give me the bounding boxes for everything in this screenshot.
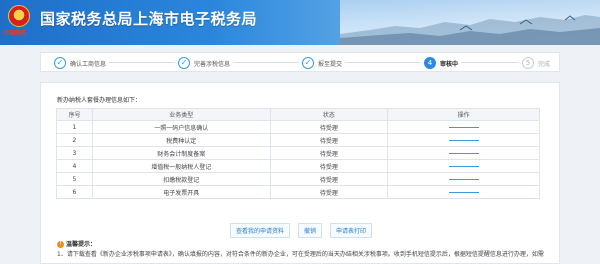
row-index: 3 [56, 146, 93, 160]
operation-link[interactable] [448, 139, 479, 141]
tax-emblem-icon [8, 5, 30, 27]
col-header: 业务类型 [91, 108, 271, 121]
step-5: 5 完成 [519, 56, 554, 70]
tips-title: 温馨提示： [66, 241, 97, 248]
tips-line-1: 1、请下载查看《新办企业涉税事项申请表》，确认填报的内容，对符合条件的新办企业，… [57, 251, 544, 258]
business-type: 税费种认定 [91, 133, 271, 147]
row-index: 1 [56, 120, 93, 134]
intro-text: 新办纳税人套餐办理信息如下： [57, 97, 142, 104]
info-icon: ! [57, 241, 64, 248]
table-row: 5 扣缴税款登记 待受理 [56, 172, 540, 186]
row-index: 5 [56, 172, 93, 186]
site-title: 国家税务总局上海市电子税务局 [40, 10, 258, 28]
business-type: 扣缴税款登记 [91, 172, 271, 186]
step-number: 4 [424, 57, 436, 69]
table-row: 6 电子发票开具 待受理 [56, 185, 540, 199]
operation-cell [387, 159, 540, 173]
status: 待受理 [269, 146, 389, 160]
step-1: 确认工商信息 [51, 56, 110, 70]
operation-link[interactable] [448, 178, 479, 180]
status: 待受理 [269, 133, 389, 147]
step-label: 确认工商信息 [70, 60, 107, 68]
check-icon [54, 57, 66, 69]
business-type: 财务会计制度备案 [91, 146, 271, 160]
table-row: 1 一照一码户信息确认 待受理 [56, 120, 540, 134]
step-label: 报至提交 [318, 60, 343, 68]
col-header: 序号 [56, 108, 93, 121]
view-application-button[interactable]: 查看我的申请资料 [229, 223, 290, 238]
step-label: 完成 [538, 60, 551, 68]
main-panel: 新办纳税人套餐办理信息如下： 序号 业务类型 状态 操作 1 一照一码户信息确认… [40, 82, 560, 264]
row-index: 4 [56, 159, 93, 173]
operation-link[interactable] [448, 126, 479, 128]
business-type: 一照一码户信息确认 [91, 120, 271, 134]
table-header-row: 序号 业务类型 状态 操作 [56, 108, 540, 121]
table-row: 4 增值税一般纳税人登记 待受理 [56, 159, 540, 173]
withdraw-button[interactable]: 撤销 [297, 223, 322, 238]
col-header: 操作 [387, 108, 540, 121]
operation-cell [387, 172, 540, 186]
status: 待受理 [269, 172, 389, 186]
step-2: 完善涉税信息 [175, 56, 234, 70]
site-header: 中国税务 国家税务总局上海市电子税务局 [0, 0, 600, 45]
status: 待受理 [269, 120, 389, 134]
check-icon [302, 57, 314, 69]
step-label: 完善涉税信息 [194, 60, 231, 68]
status: 待受理 [269, 159, 389, 173]
operation-cell [387, 120, 540, 134]
business-type: 电子发票开具 [91, 185, 271, 199]
row-index: 6 [56, 185, 93, 199]
table-row: 3 财务会计制度备案 待受理 [56, 146, 540, 160]
emblem-caption: 中国税务 [4, 30, 27, 37]
col-header: 状态 [269, 108, 389, 121]
print-application-button[interactable]: 申请表打印 [330, 223, 373, 238]
operation-link[interactable] [448, 152, 479, 154]
step-3: 报至提交 [299, 56, 346, 70]
operation-link[interactable] [448, 165, 479, 167]
business-type: 增值税一般纳税人登记 [91, 159, 271, 173]
progress-steps: 确认工商信息 完善涉税信息 报至提交 4 审核中 5 完成 [40, 52, 560, 72]
step-number: 5 [522, 57, 534, 69]
great-wall-image [340, 15, 600, 45]
step-label: 审核中 [440, 60, 459, 68]
step-4: 4 审核中 [421, 56, 462, 70]
tips-heading: ! 温馨提示： [57, 239, 96, 248]
operation-cell [387, 146, 540, 160]
table-row: 2 税费种认定 待受理 [56, 133, 540, 147]
business-table: 序号 业务类型 状态 操作 1 一照一码户信息确认 待受理 2 税费种认定 待受… [56, 108, 540, 199]
row-index: 2 [56, 133, 93, 147]
operation-cell [387, 133, 540, 147]
status: 待受理 [269, 185, 389, 199]
action-buttons: 查看我的申请资料 撤销 申请表打印 [41, 223, 561, 238]
operation-link[interactable] [448, 191, 479, 193]
operation-cell [387, 185, 540, 199]
check-icon [178, 57, 190, 69]
